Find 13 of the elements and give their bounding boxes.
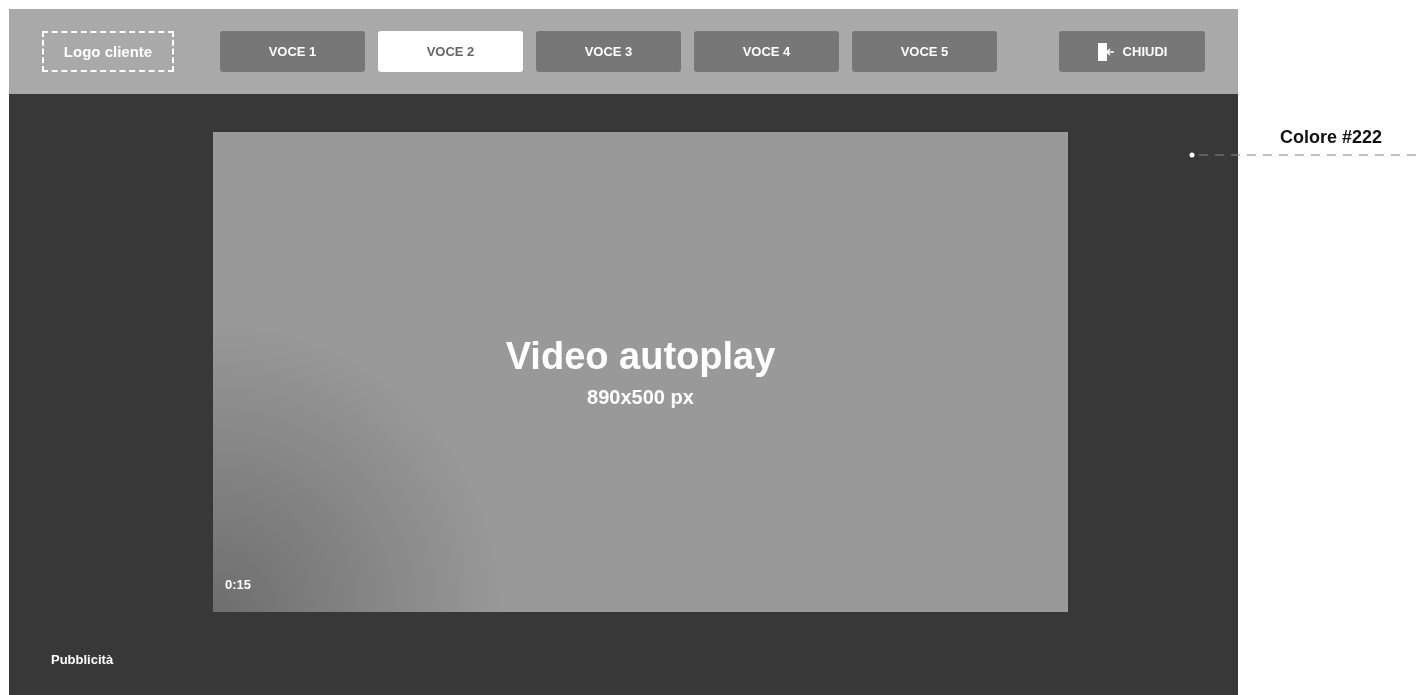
- nav-tab[interactable]: VOCE 4: [694, 31, 839, 72]
- video-size: 890x500 px: [587, 386, 694, 409]
- nav-tab[interactable]: VOCE 5: [852, 31, 997, 72]
- ad-label: Pubblicità: [51, 652, 114, 667]
- logo-text: Logo cliente: [63, 43, 153, 60]
- video-title: Video autoplay: [505, 335, 776, 378]
- close-button[interactable]: CHIUDI: [1059, 31, 1205, 72]
- nav-tab[interactable]: VOCE 1: [220, 31, 365, 72]
- video-time: 0:15: [225, 577, 252, 592]
- nav-tab[interactable]: VOCE 2: [378, 31, 523, 72]
- annotation-label: Colore #222: [1280, 127, 1383, 148]
- nav-tab[interactable]: VOCE 3: [536, 31, 681, 72]
- exit-door-icon: [1096, 41, 1115, 62]
